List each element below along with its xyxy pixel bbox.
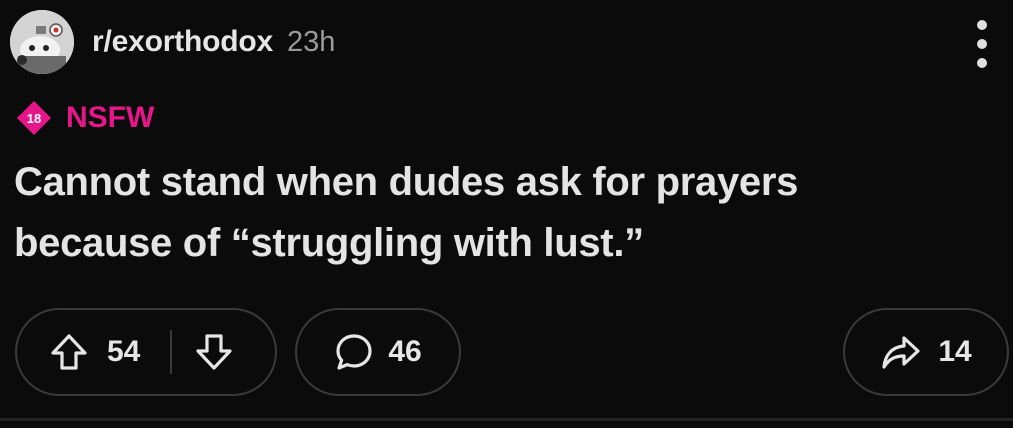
vote-control: 54 [15,308,277,396]
post-header: r/exorthodox 23h [10,10,335,74]
comment-count: 46 [388,335,422,368]
nsfw-tag: 18 NSFW [16,100,154,136]
nsfw-badge-text: 18 [27,111,41,126]
nsfw-diamond-icon: 18 [17,101,51,135]
share-arrow-icon [880,332,922,372]
share-button[interactable]: 14 [843,308,1009,396]
post-separator [0,418,1013,421]
post-actions: 54 46 14 [0,308,1013,400]
upvote-count: 54 [107,335,141,368]
nsfw-label: NSFW [66,101,155,134]
vote-divider [170,330,173,374]
more-vertical-icon-dot [977,39,987,49]
more-options-button[interactable] [967,20,997,68]
post-title[interactable]: Cannot stand when dudes ask for prayers … [14,152,914,274]
subreddit-avatar[interactable] [10,10,74,74]
comment-bubble-icon [334,332,374,372]
comments-button[interactable]: 46 [295,308,461,396]
downvote-button[interactable] [194,332,234,372]
subreddit-name[interactable]: r/exorthodox [92,25,273,59]
snoo-avatar-icon [10,10,74,74]
share-count: 14 [938,335,972,368]
more-vertical-icon-dot [977,20,987,30]
upvote-button[interactable] [49,332,89,372]
downvote-arrow-icon [196,334,232,370]
more-vertical-icon-dot [977,58,987,68]
post-card[interactable]: r/exorthodox 23h 18 NSFW Cannot stand wh… [0,0,1013,428]
upvote-arrow-icon [51,334,87,370]
post-age: 23h [286,25,336,58]
